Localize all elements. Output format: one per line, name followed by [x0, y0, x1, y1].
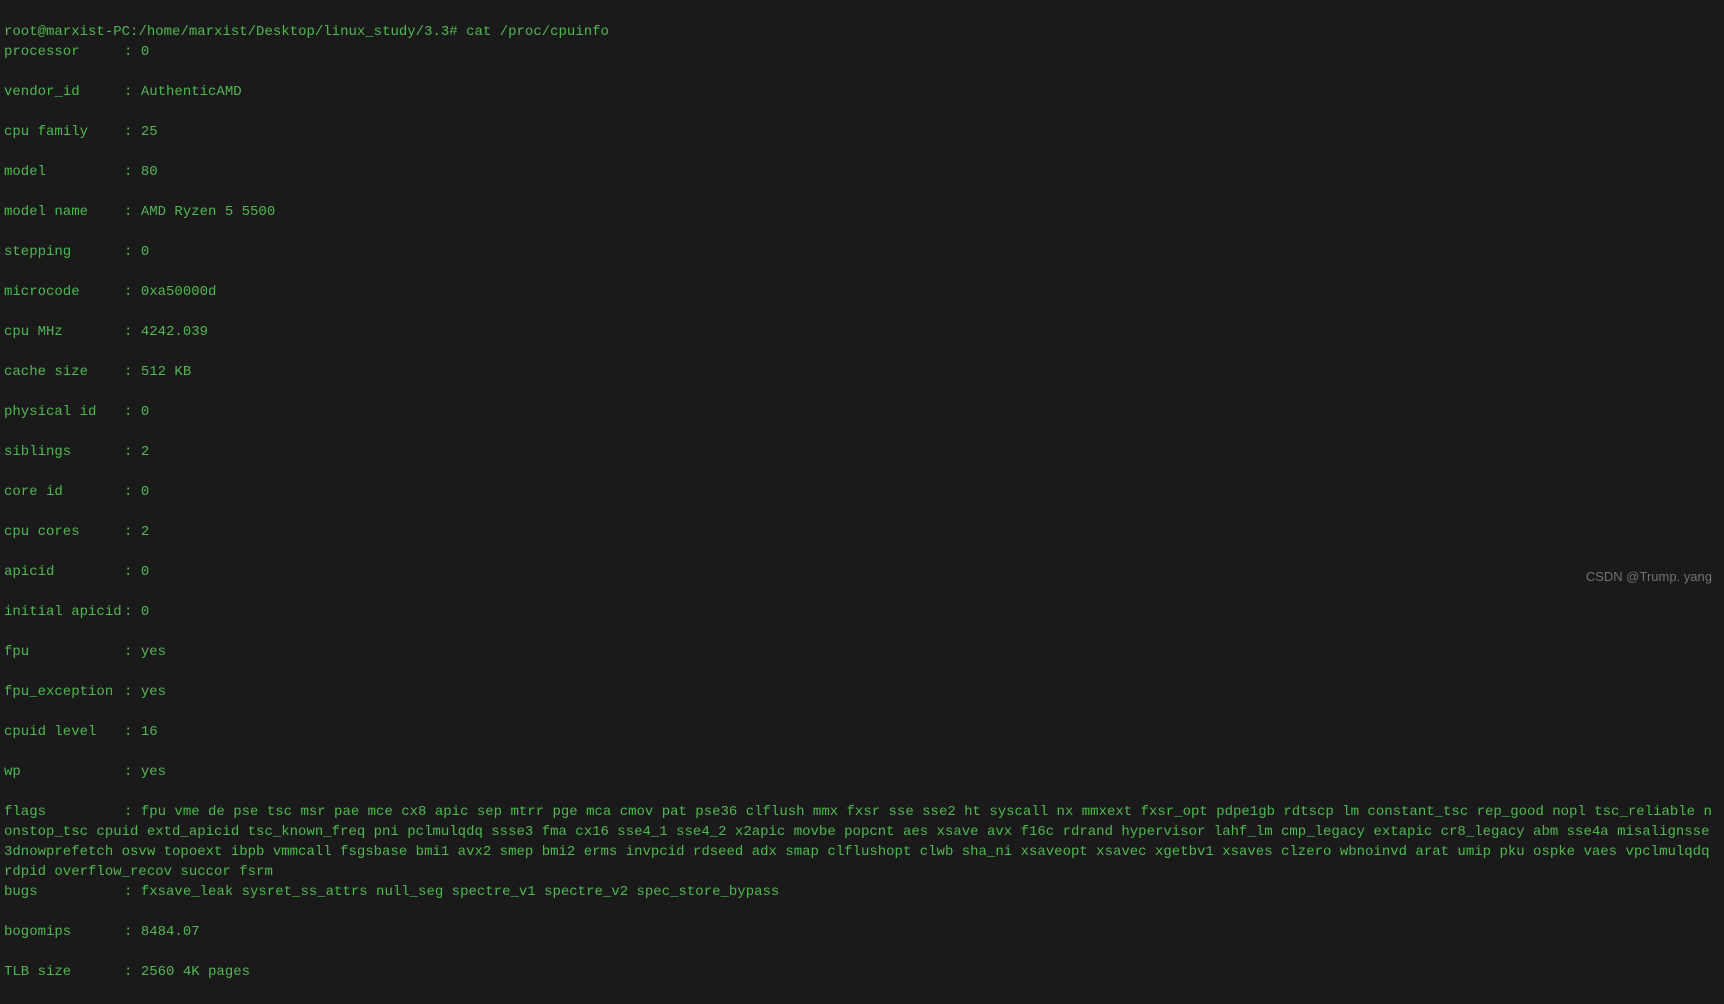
key-processor: processor: [4, 42, 124, 62]
value-stepping: 0: [141, 244, 149, 260]
cpuinfo-row-wp: wp: yes: [4, 762, 1720, 782]
key-apicid: apicid: [4, 562, 124, 582]
cpuinfo-row-cpu-family: cpu family: 25: [4, 122, 1720, 142]
value-bogomips: 8484.07: [141, 924, 200, 940]
value-flags: fpu vme de pse tsc msr pae mce cx8 apic …: [4, 804, 1718, 880]
key-cpuid-level: cpuid level: [4, 722, 124, 742]
value-cpu-cores: 2: [141, 524, 149, 540]
cpuinfo-row-vendor-id: vendor_id: AuthenticAMD: [4, 82, 1720, 102]
key-cpu-family: cpu family: [4, 122, 124, 142]
key-cpu-cores: cpu cores: [4, 522, 124, 542]
value-physical-id: 0: [141, 404, 149, 420]
cpuinfo-row-siblings: siblings: 2: [4, 442, 1720, 462]
value-vendor-id: AuthenticAMD: [141, 84, 242, 100]
key-tlb-size: TLB size: [4, 962, 124, 982]
key-physical-id: physical id: [4, 402, 124, 422]
cpuinfo-row-stepping: stepping: 0: [4, 242, 1720, 262]
value-microcode: 0xa50000d: [141, 284, 217, 300]
key-model: model: [4, 162, 124, 182]
value-apicid: 0: [141, 564, 149, 580]
key-model-name: model name: [4, 202, 124, 222]
cpuinfo-row-cpuid-level: cpuid level: 16: [4, 722, 1720, 742]
value-bugs: fxsave_leak sysret_ss_attrs null_seg spe…: [141, 884, 780, 900]
value-cpu-family: 25: [141, 124, 158, 140]
value-model: 80: [141, 164, 158, 180]
key-microcode: microcode: [4, 282, 124, 302]
value-wp: yes: [141, 764, 166, 780]
value-fpu: yes: [141, 644, 166, 660]
cpuinfo-row-model: model: 80: [4, 162, 1720, 182]
cpuinfo-row-physical-id: physical id: 0: [4, 402, 1720, 422]
prompt-user-host: root@marxist-PC: [4, 24, 130, 40]
key-core-id: core id: [4, 482, 124, 502]
value-initial-apicid: 0: [141, 604, 149, 620]
value-fpu-exception: yes: [141, 684, 166, 700]
value-cpuid-level: 16: [141, 724, 158, 740]
cpuinfo-row-cpu-mhz: cpu MHz: 4242.039: [4, 322, 1720, 342]
value-core-id: 0: [141, 484, 149, 500]
key-flags: flags: [4, 802, 124, 822]
key-wp: wp: [4, 762, 124, 782]
value-model-name: AMD Ryzen 5 5500: [141, 204, 275, 220]
key-initial-apicid: initial apicid: [4, 602, 124, 622]
cpuinfo-row-flags: flags: fpu vme de pse tsc msr pae mce cx…: [4, 804, 1718, 880]
key-siblings: siblings: [4, 442, 124, 462]
key-bugs: bugs: [4, 882, 124, 902]
key-cache-size: cache size: [4, 362, 124, 382]
command-prompt-line: root@marxist-PC:/home/marxist/Desktop/li…: [4, 24, 609, 40]
command-text: cat /proc/cpuinfo: [466, 24, 609, 40]
watermark-text: CSDN @Trump. yang: [1586, 567, 1712, 587]
cpuinfo-row-fpu: fpu: yes: [4, 642, 1720, 662]
cpuinfo-row-model-name: model name: AMD Ryzen 5 5500: [4, 202, 1720, 222]
cpuinfo-row-cpu-cores: cpu cores: 2: [4, 522, 1720, 542]
key-vendor-id: vendor_id: [4, 82, 124, 102]
cpuinfo-row-apicid: apicid: 0: [4, 562, 1720, 582]
value-cache-size: 512 KB: [141, 364, 191, 380]
prompt-path: /home/marxist/Desktop/linux_study/3.3: [138, 24, 449, 40]
cpuinfo-row-microcode: microcode: 0xa50000d: [4, 282, 1720, 302]
cpuinfo-row-initial-apicid: initial apicid: 0: [4, 602, 1720, 622]
value-siblings: 2: [141, 444, 149, 460]
key-stepping: stepping: [4, 242, 124, 262]
cpuinfo-row-bugs: bugs: fxsave_leak sysret_ss_attrs null_s…: [4, 882, 1720, 902]
key-bogomips: bogomips: [4, 922, 124, 942]
prompt-symbol: #: [449, 24, 457, 40]
terminal-output: root@marxist-PC:/home/marxist/Desktop/li…: [0, 0, 1724, 1004]
key-fpu: fpu: [4, 642, 124, 662]
value-tlb-size: 2560 4K pages: [141, 964, 250, 980]
value-cpu-mhz: 4242.039: [141, 324, 208, 340]
cpuinfo-row-tlb-size: TLB size: 2560 4K pages: [4, 962, 1720, 982]
cpuinfo-row-cache-size: cache size: 512 KB: [4, 362, 1720, 382]
cpuinfo-row-bogomips: bogomips: 8484.07: [4, 922, 1720, 942]
cpuinfo-row-core-id: core id: 0: [4, 482, 1720, 502]
value-processor: 0: [141, 44, 149, 60]
key-fpu-exception: fpu_exception: [4, 682, 124, 702]
cpuinfo-row-processor: processor: 0: [4, 42, 1720, 62]
key-cpu-mhz: cpu MHz: [4, 322, 124, 342]
cpuinfo-row-fpu-exception: fpu_exception: yes: [4, 682, 1720, 702]
